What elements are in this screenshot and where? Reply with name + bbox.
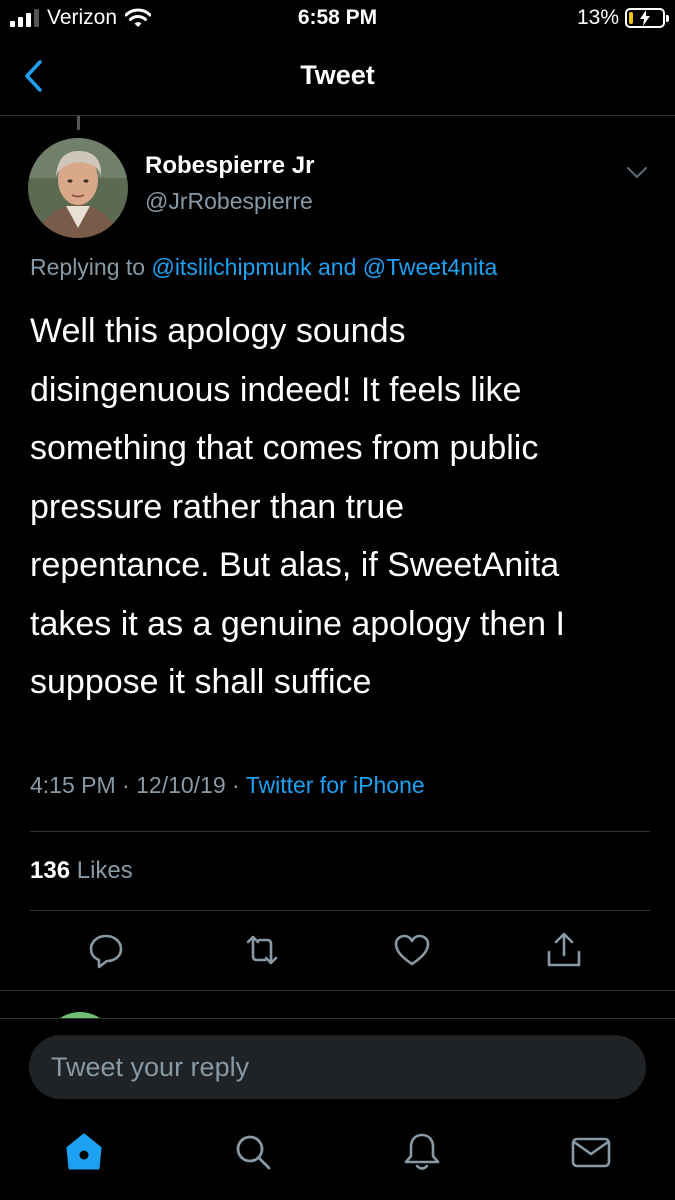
- likes-label: Likes: [76, 857, 133, 884]
- tweet-options-button[interactable]: [623, 160, 651, 184]
- tweet-text-line: something that comes from public: [30, 429, 539, 467]
- mention-link[interactable]: @itslilchipmunk: [151, 254, 311, 280]
- tweet-text-line: disingenuous indeed! It feels like: [30, 370, 522, 409]
- tweet-text-line: takes it as a genuine apology then I: [30, 604, 565, 643]
- tweet-time: 4:15 PM: [30, 772, 116, 798]
- notifications-icon: [404, 1133, 440, 1170]
- like-icon: [394, 934, 430, 966]
- battery-percent: 13%: [576, 6, 619, 29]
- tweet-source-link[interactable]: Twitter for iPhone: [246, 772, 425, 798]
- reply-input[interactable]: [29, 1035, 646, 1099]
- like-button[interactable]: [392, 930, 432, 970]
- reply-bar: [0, 1018, 675, 1118]
- status-right: 13%: [576, 6, 669, 30]
- status-time: 6:58 PM: [297, 6, 378, 29]
- home-icon: [66, 1133, 102, 1170]
- tab-search[interactable]: [231, 1130, 275, 1174]
- thread-connector-line: [77, 116, 80, 130]
- author-name[interactable]: Robespierre Jr: [145, 152, 314, 180]
- author-handle[interactable]: @JrRobespierre: [145, 188, 313, 215]
- replying-prefix: Replying to: [30, 254, 146, 280]
- next-reply-preview[interactable]: [0, 990, 675, 1020]
- tweet-text-line: Well this apology sounds: [30, 312, 406, 350]
- tab-messages[interactable]: [569, 1130, 613, 1174]
- likes-count: 136: [30, 857, 71, 884]
- likes-summary[interactable]: 136 Likes: [30, 857, 133, 885]
- tab-notifications[interactable]: [400, 1130, 444, 1174]
- tweet-text-line: repentance. But alas, if SweetAnita: [30, 546, 560, 584]
- meta-separator: ·: [122, 772, 130, 798]
- replying-to: Replying to @itslilchipmunk and @Tweet4n…: [30, 254, 497, 281]
- battery-icon: [625, 8, 669, 28]
- page-title: Tweet: [300, 60, 375, 90]
- tab-bar: [0, 1118, 675, 1200]
- tweet-meta: 4:15 PM · 12/10/19 · Twitter for iPhone: [30, 772, 425, 799]
- meta-separator: ·: [232, 772, 240, 798]
- reply-button[interactable]: [86, 930, 126, 970]
- reply-icon: [89, 934, 123, 969]
- divider: [30, 910, 650, 911]
- tab-home[interactable]: [62, 1130, 106, 1174]
- retweet-button[interactable]: [242, 930, 282, 970]
- chevron-down-icon: [627, 167, 647, 178]
- tweet-date: 12/10/19: [136, 772, 226, 798]
- battery-fill: [629, 12, 633, 24]
- search-icon: [236, 1135, 271, 1170]
- avatar-image: [28, 138, 128, 238]
- divider: [30, 831, 650, 832]
- mention-conjunction[interactable]: and: [318, 254, 356, 280]
- status-bar: Verizon 6:58 PM 13%: [0, 0, 675, 36]
- tweet-text: Well this apology sounds disingenuous in…: [30, 302, 650, 712]
- share-button[interactable]: [544, 930, 584, 970]
- avatar[interactable]: [28, 138, 128, 238]
- charging-bolt-icon: [640, 10, 650, 26]
- mention-link[interactable]: @Tweet4nita: [363, 254, 498, 280]
- retweet-icon: [246, 935, 278, 965]
- messages-icon: [571, 1137, 611, 1168]
- tweet-text-line: pressure rather than true: [30, 487, 405, 526]
- nav-bar: Tweet: [0, 40, 675, 116]
- share-icon: [547, 932, 581, 967]
- tweet-text-line: suppose it shall suffice: [30, 663, 372, 701]
